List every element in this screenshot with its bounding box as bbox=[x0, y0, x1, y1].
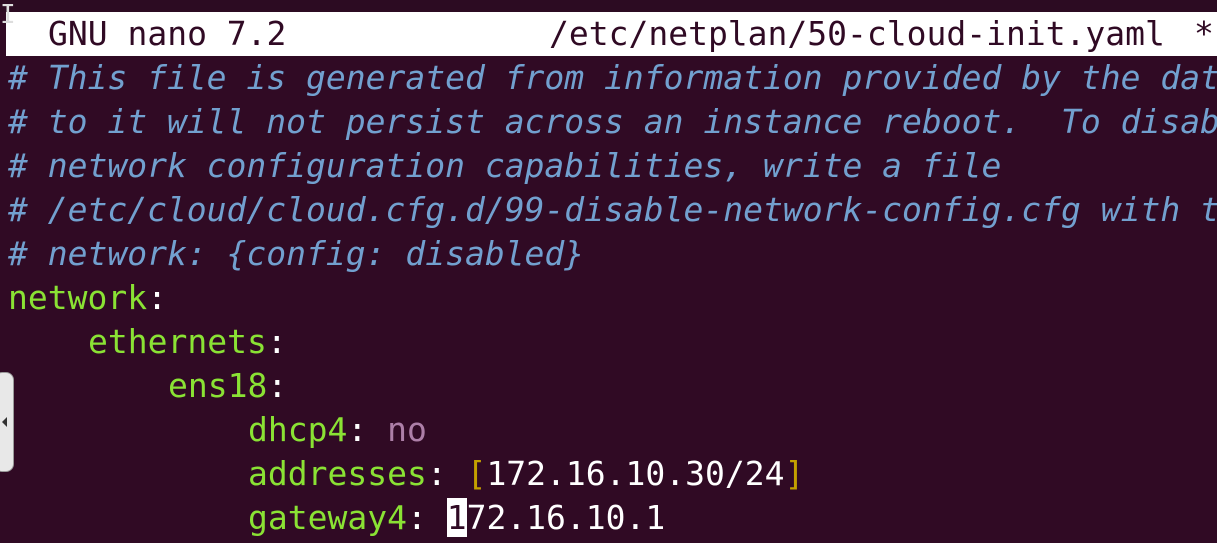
yaml-line-addresses: addresses: [172.16.10.30/24] bbox=[8, 452, 1217, 496]
yaml-line-gateway4: gateway4: 172.16.10.1 bbox=[8, 496, 1217, 540]
yaml-key: ens18 bbox=[168, 366, 268, 405]
editor-buffer[interactable]: # This file is generated from informatio… bbox=[0, 56, 1217, 540]
modified-indicator: * bbox=[1194, 14, 1214, 53]
yaml-key: addresses bbox=[248, 454, 427, 493]
yaml-line-network: network: bbox=[8, 276, 1217, 320]
comment-line: # This file is generated from informatio… bbox=[8, 58, 1217, 97]
terminal-window: GNU nano 7.2 /etc/netplan/50-cloud-init.… bbox=[0, 0, 1217, 543]
window-top-edge bbox=[0, 0, 1217, 12]
comment-line: # network: {config: disabled} bbox=[8, 234, 585, 273]
yaml-colon: : bbox=[267, 366, 288, 405]
yaml-open-bracket: [ bbox=[466, 454, 487, 493]
yaml-line-dhcp4: dhcp4: no bbox=[8, 408, 1217, 452]
yaml-key: network bbox=[8, 278, 148, 317]
yaml-colon: : bbox=[266, 322, 287, 361]
collapse-handle-icon[interactable] bbox=[0, 372, 14, 472]
yaml-line-interface: ens18: bbox=[8, 364, 1217, 408]
comment-line: # to it will not persist across an insta… bbox=[8, 102, 1217, 141]
yaml-close-bracket: ] bbox=[784, 454, 805, 493]
yaml-colon: : bbox=[426, 454, 447, 493]
yaml-colon: : bbox=[147, 278, 167, 317]
yaml-line-ethernets: ethernets: bbox=[8, 320, 1217, 364]
comment-line: # /etc/cloud/cloud.cfg.d/99-disable-netw… bbox=[8, 190, 1217, 229]
yaml-colon: : bbox=[406, 498, 427, 537]
yaml-bool-value: no bbox=[387, 410, 427, 449]
yaml-address-value: 172.16.10.30/24 bbox=[486, 454, 785, 493]
yaml-colon: : bbox=[347, 410, 368, 449]
comment-line: # network configuration capabilities, wr… bbox=[8, 146, 1002, 185]
yaml-key: dhcp4 bbox=[248, 410, 348, 449]
text-cursor[interactable]: 1 bbox=[446, 498, 467, 537]
yaml-key: gateway4 bbox=[248, 498, 407, 537]
yaml-gateway-value: 72.16.10.1 bbox=[466, 498, 666, 537]
nano-title-bar: GNU nano 7.2 /etc/netplan/50-cloud-init.… bbox=[6, 12, 1217, 56]
app-version: GNU nano 7.2 bbox=[48, 14, 287, 53]
i-beam-cursor-icon: I bbox=[0, 0, 16, 30]
file-path: /etc/netplan/50-cloud-init.yaml bbox=[549, 14, 1165, 53]
yaml-key: ethernets bbox=[88, 322, 267, 361]
